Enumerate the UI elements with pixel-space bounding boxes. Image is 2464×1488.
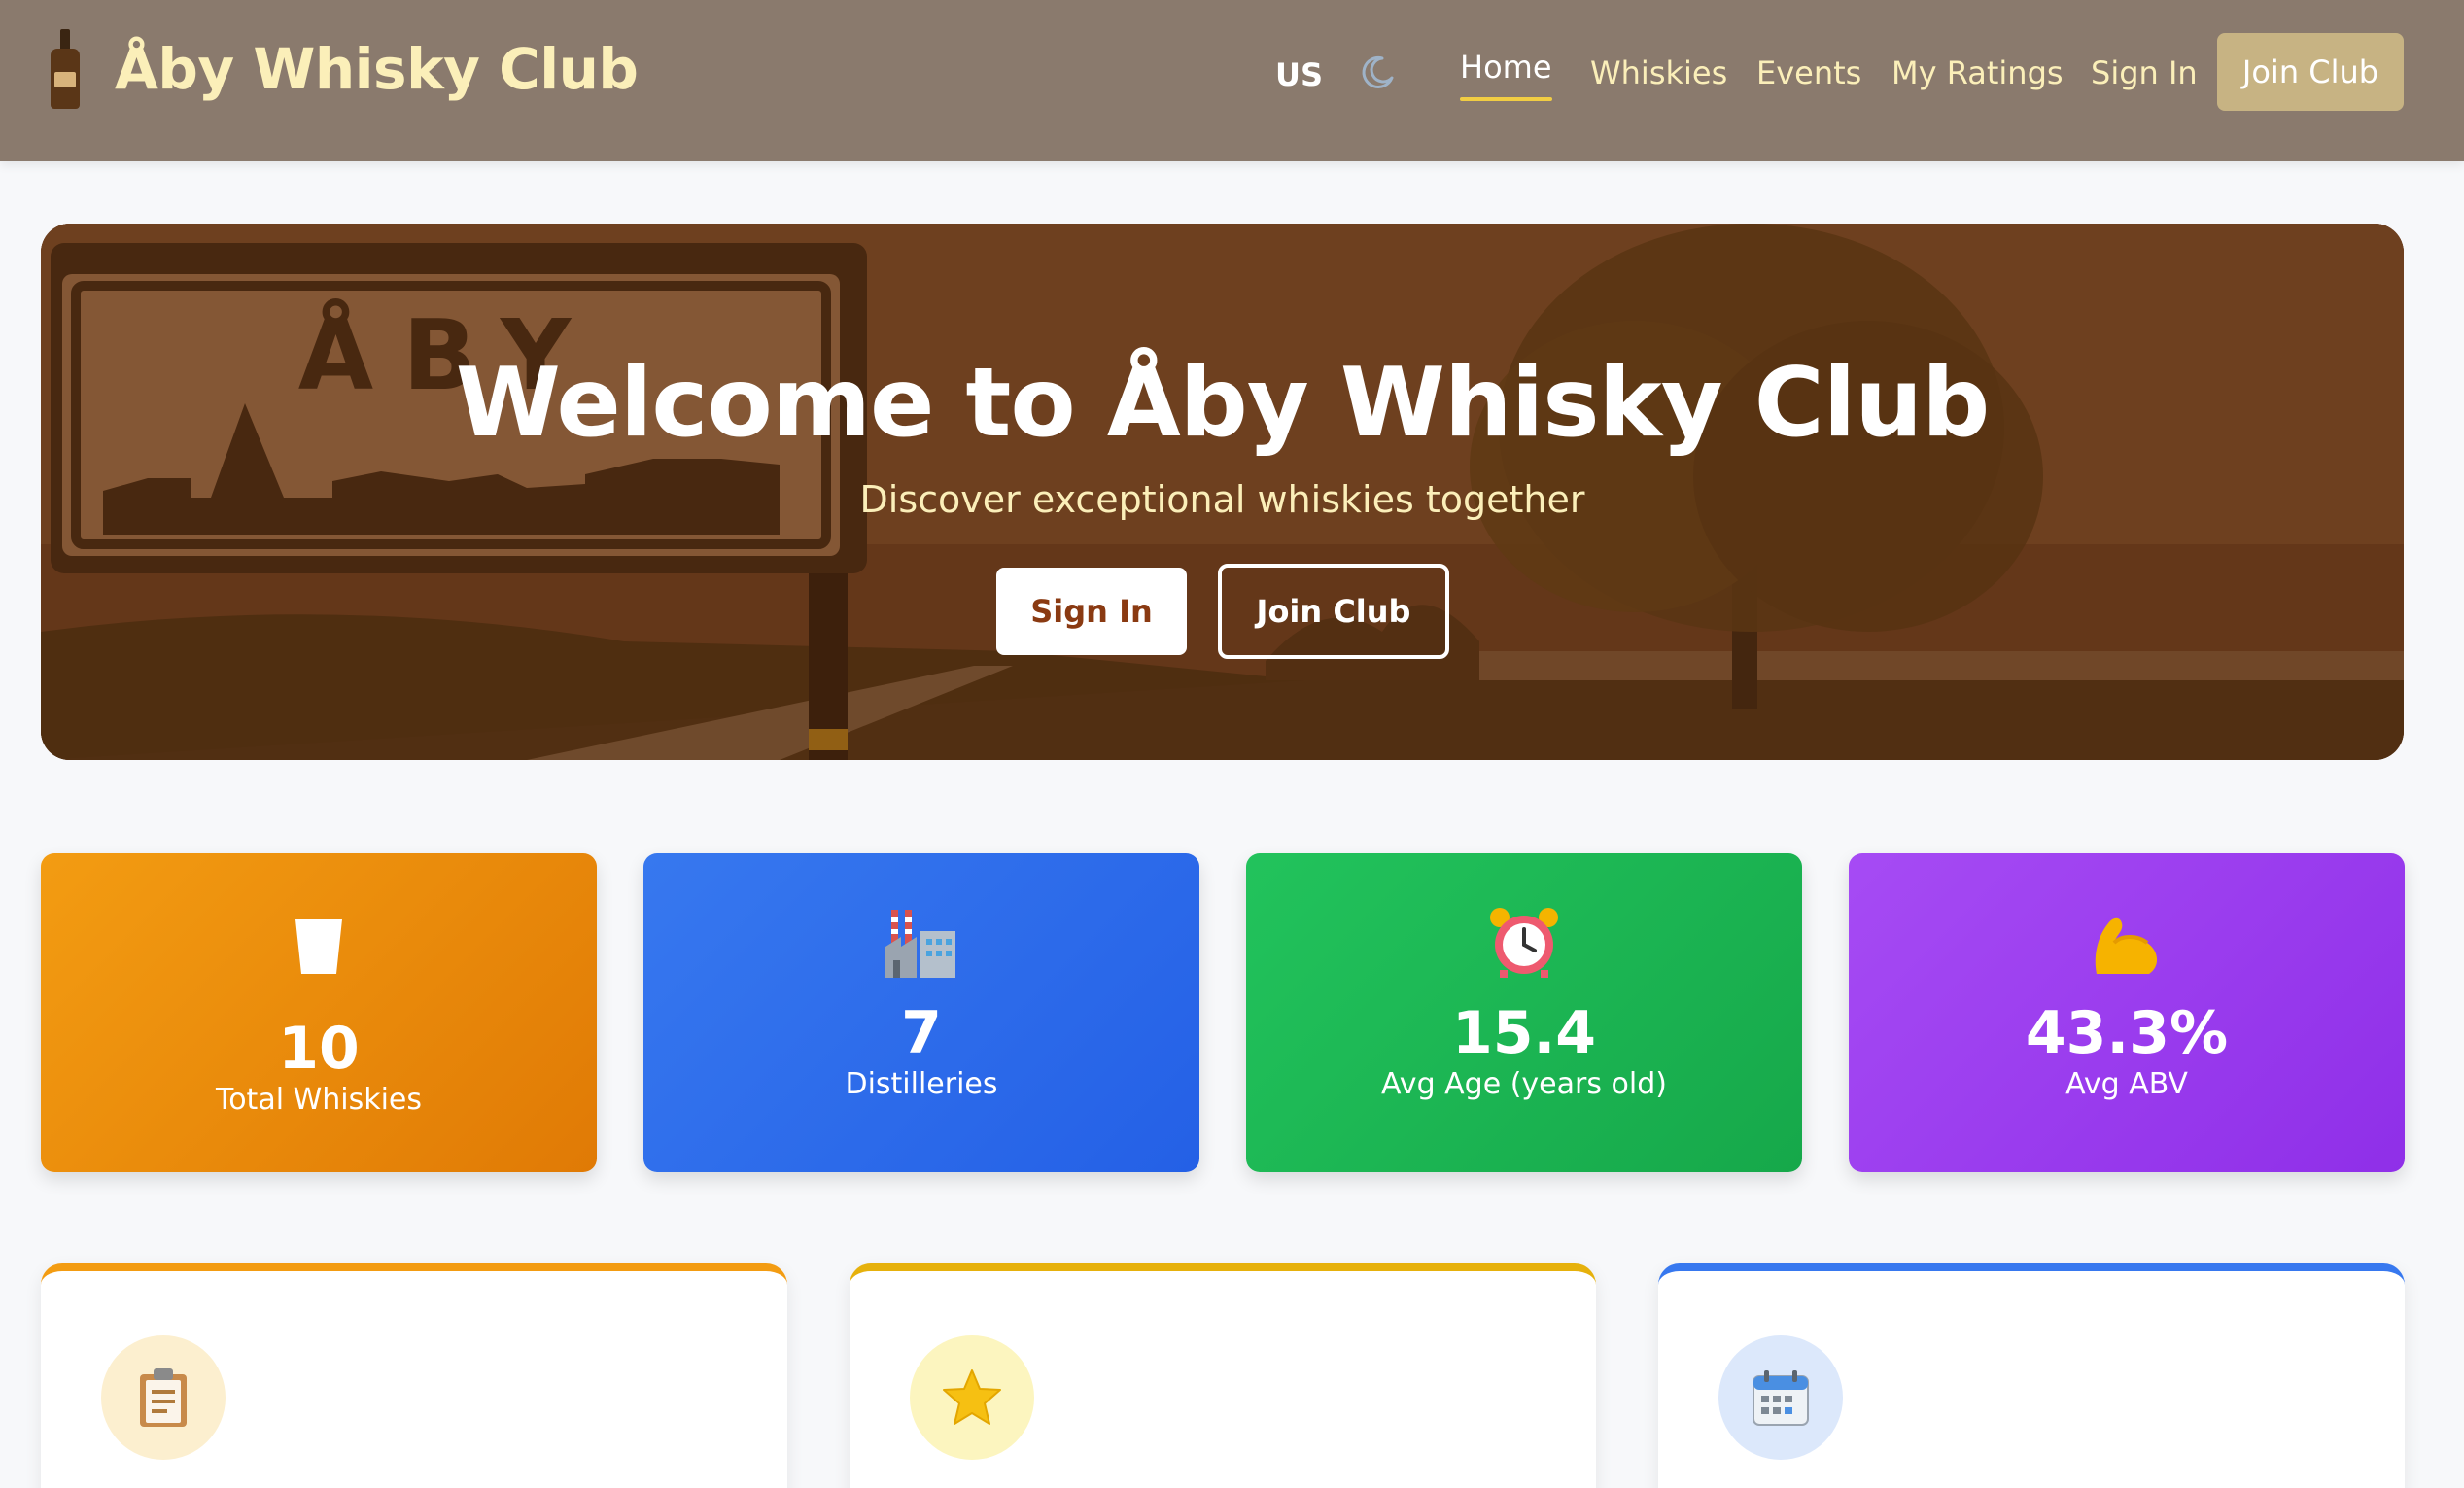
alarm-clock-icon [1246,904,1802,980]
stat-value: 7 [901,999,942,1067]
hero-title: Welcome to Åby Whisky Club [455,348,1990,459]
nav-sign-in[interactable]: Sign In [2091,54,2198,91]
stat-card-distilleries: 7 Distilleries [643,853,1199,1172]
stat-card-avg-age: 15.4 Avg Age (years old) [1246,853,1802,1172]
stat-card-total-whiskies: 10 Total Whiskies [41,853,597,1172]
brand-title[interactable]: Åby Whisky Club [115,36,639,102]
glass-icon [41,917,597,976]
stat-value: 15.4 [1451,999,1597,1067]
stat-label: Avg ABV [2065,1067,2188,1101]
hero-join-club-button[interactable]: Join Club [1218,564,1449,659]
stat-value: 43.3% [2025,999,2229,1067]
language-switcher[interactable]: US [1275,56,1323,93]
nav-whiskies[interactable]: Whiskies [1590,54,1727,91]
feature-card-ratings[interactable] [850,1263,1596,1488]
hero-sign-in-button[interactable]: Sign In [996,568,1187,655]
top-navbar: Åby Whisky Club US Home Whiskies Events … [0,0,2464,161]
nav-home[interactable]: Home [1460,49,1552,101]
feature-icon-circle [101,1335,226,1460]
whisky-bottle-icon [49,29,82,109]
nav-events[interactable]: Events [1756,54,1861,91]
feature-icon-circle [910,1335,1034,1460]
stat-label: Distilleries [845,1067,998,1101]
hero-banner: ÅBY Welcome to Åby Whisky Club Discover … [41,224,2404,760]
hero-subtitle: Discover exceptional whiskies together [859,478,1585,521]
calendar-icon [1753,1370,1809,1426]
moon-icon[interactable] [1359,52,1398,91]
flexed-biceps-icon [1849,906,2405,980]
clipboard-icon [140,1368,187,1427]
factory-icon [643,904,1199,980]
feature-icon-circle [1718,1335,1843,1460]
feature-card-events[interactable] [1658,1263,2405,1488]
star-icon [943,1369,1001,1425]
stat-label: Total Whiskies [215,1083,423,1117]
brand[interactable]: Åby Whisky Club [49,29,639,109]
stat-value: 10 [278,1015,360,1083]
join-club-button[interactable]: Join Club [2217,33,2404,111]
feature-card-whiskies[interactable] [41,1263,787,1488]
nav-my-ratings[interactable]: My Ratings [1891,54,2064,91]
stat-label: Avg Age (years old) [1381,1067,1667,1101]
stat-card-avg-abv: 43.3% Avg ABV [1849,853,2405,1172]
